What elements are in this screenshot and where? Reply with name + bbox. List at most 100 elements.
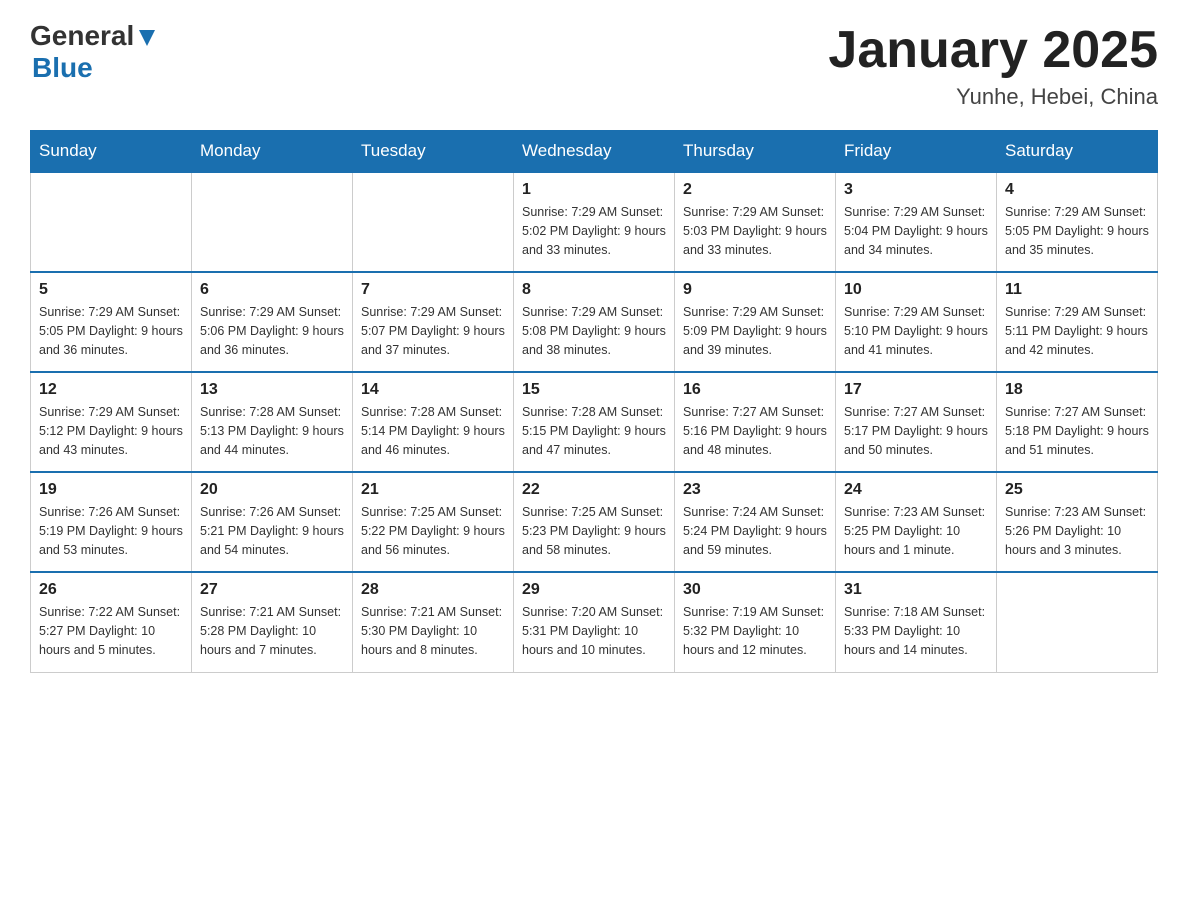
day-number: 29 <box>522 581 666 599</box>
header-wednesday: Wednesday <box>514 131 675 173</box>
header-sunday: Sunday <box>31 131 192 173</box>
calendar-header-row: SundayMondayTuesdayWednesdayThursdayFrid… <box>31 131 1158 173</box>
day-number: 18 <box>1005 381 1149 399</box>
day-info: Sunrise: 7:29 AM Sunset: 5:05 PM Dayligh… <box>39 303 183 359</box>
day-info: Sunrise: 7:24 AM Sunset: 5:24 PM Dayligh… <box>683 503 827 559</box>
day-info: Sunrise: 7:26 AM Sunset: 5:19 PM Dayligh… <box>39 503 183 559</box>
header-tuesday: Tuesday <box>353 131 514 173</box>
calendar-cell: 11 Sunrise: 7:29 AM Sunset: 5:11 PM Dayli… <box>997 272 1158 372</box>
calendar-cell: 13 Sunrise: 7:28 AM Sunset: 5:13 PM Dayli… <box>192 372 353 472</box>
day-number: 5 <box>39 281 183 299</box>
calendar-cell: 20 Sunrise: 7:26 AM Sunset: 5:21 PM Dayli… <box>192 472 353 572</box>
calendar-cell: 23Sunrise: 7:24 AM Sunset: 5:24 PM Dayli… <box>675 472 836 572</box>
calendar-table: SundayMondayTuesdayWednesdayThursdayFrid… <box>30 130 1158 673</box>
calendar-cell: 25 Sunrise: 7:23 AM Sunset: 5:26 PM Dayli… <box>997 472 1158 572</box>
calendar-cell: 1 Sunrise: 7:29 AM Sunset: 5:02 PM Daylig… <box>514 172 675 272</box>
calendar-cell: 2 Sunrise: 7:29 AM Sunset: 5:03 PM Daylig… <box>675 172 836 272</box>
logo: General Blue <box>30 20 158 84</box>
day-info: Sunrise: 7:28 AM Sunset: 5:14 PM Dayligh… <box>361 403 505 459</box>
day-info: Sunrise: 7:29 AM Sunset: 5:12 PM Dayligh… <box>39 403 183 459</box>
day-number: 11 <box>1005 281 1149 299</box>
day-number: 22 <box>522 481 666 499</box>
day-info: Sunrise: 7:26 AM Sunset: 5:21 PM Dayligh… <box>200 503 344 559</box>
day-number: 12 <box>39 381 183 399</box>
calendar-cell: 29 Sunrise: 7:20 AM Sunset: 5:31 PM Dayli… <box>514 572 675 672</box>
day-info: Sunrise: 7:20 AM Sunset: 5:31 PM Dayligh… <box>522 603 666 659</box>
calendar-cell: 9 Sunrise: 7:29 AM Sunset: 5:09 PM Daylig… <box>675 272 836 372</box>
day-number: 27 <box>200 581 344 599</box>
day-info: Sunrise: 7:25 AM Sunset: 5:22 PM Dayligh… <box>361 503 505 559</box>
calendar-cell <box>997 572 1158 672</box>
day-number: 7 <box>361 281 505 299</box>
day-number: 6 <box>200 281 344 299</box>
day-number: 13 <box>200 381 344 399</box>
calendar-cell <box>31 172 192 272</box>
calendar-cell <box>353 172 514 272</box>
calendar-cell: 16Sunrise: 7:27 AM Sunset: 5:16 PM Dayli… <box>675 372 836 472</box>
calendar-cell: 21 Sunrise: 7:25 AM Sunset: 5:22 PM Dayli… <box>353 472 514 572</box>
day-info: Sunrise: 7:25 AM Sunset: 5:23 PM Dayligh… <box>522 503 666 559</box>
day-number: 19 <box>39 481 183 499</box>
day-info: Sunrise: 7:23 AM Sunset: 5:25 PM Dayligh… <box>844 503 988 559</box>
calendar-cell: 6 Sunrise: 7:29 AM Sunset: 5:06 PM Daylig… <box>192 272 353 372</box>
day-info: Sunrise: 7:18 AM Sunset: 5:33 PM Dayligh… <box>844 603 988 659</box>
day-info: Sunrise: 7:29 AM Sunset: 5:09 PM Dayligh… <box>683 303 827 359</box>
day-number: 28 <box>361 581 505 599</box>
calendar-subtitle: Yunhe, Hebei, China <box>828 84 1158 110</box>
calendar-week-row: 19 Sunrise: 7:26 AM Sunset: 5:19 PM Dayli… <box>31 472 1158 572</box>
calendar-week-row: 12 Sunrise: 7:29 AM Sunset: 5:12 PM Dayli… <box>31 372 1158 472</box>
day-number: 25 <box>1005 481 1149 499</box>
calendar-week-row: 1 Sunrise: 7:29 AM Sunset: 5:02 PM Daylig… <box>31 172 1158 272</box>
calendar-cell: 12 Sunrise: 7:29 AM Sunset: 5:12 PM Dayli… <box>31 372 192 472</box>
logo-general-text: General <box>30 20 134 52</box>
calendar-cell <box>192 172 353 272</box>
day-number: 20 <box>200 481 344 499</box>
calendar-cell: 30 Sunrise: 7:19 AM Sunset: 5:32 PM Dayli… <box>675 572 836 672</box>
day-info: Sunrise: 7:27 AM Sunset: 5:17 PM Dayligh… <box>844 403 988 459</box>
day-number: 10 <box>844 281 988 299</box>
day-number: 26 <box>39 581 183 599</box>
calendar-title: January 2025 <box>828 20 1158 80</box>
page-header: General Blue January 2025 Yunhe, Hebei, … <box>30 20 1158 110</box>
day-number: 17 <box>844 381 988 399</box>
logo-blue-text: Blue <box>32 52 93 84</box>
day-info: Sunrise: 7:29 AM Sunset: 5:03 PM Dayligh… <box>683 203 827 259</box>
calendar-cell: 19 Sunrise: 7:26 AM Sunset: 5:19 PM Dayli… <box>31 472 192 572</box>
title-section: January 2025 Yunhe, Hebei, China <box>828 20 1158 110</box>
calendar-cell: 3 Sunrise: 7:29 AM Sunset: 5:04 PM Daylig… <box>836 172 997 272</box>
header-thursday: Thursday <box>675 131 836 173</box>
day-info: Sunrise: 7:22 AM Sunset: 5:27 PM Dayligh… <box>39 603 183 659</box>
calendar-cell: 31Sunrise: 7:18 AM Sunset: 5:33 PM Dayli… <box>836 572 997 672</box>
day-info: Sunrise: 7:29 AM Sunset: 5:07 PM Dayligh… <box>361 303 505 359</box>
logo-triangle-icon <box>136 26 158 48</box>
day-info: Sunrise: 7:29 AM Sunset: 5:11 PM Dayligh… <box>1005 303 1149 359</box>
day-info: Sunrise: 7:29 AM Sunset: 5:05 PM Dayligh… <box>1005 203 1149 259</box>
day-info: Sunrise: 7:29 AM Sunset: 5:02 PM Dayligh… <box>522 203 666 259</box>
day-info: Sunrise: 7:29 AM Sunset: 5:10 PM Dayligh… <box>844 303 988 359</box>
day-info: Sunrise: 7:19 AM Sunset: 5:32 PM Dayligh… <box>683 603 827 659</box>
calendar-cell: 10 Sunrise: 7:29 AM Sunset: 5:10 PM Dayli… <box>836 272 997 372</box>
day-number: 21 <box>361 481 505 499</box>
day-number: 4 <box>1005 181 1149 199</box>
day-info: Sunrise: 7:29 AM Sunset: 5:08 PM Dayligh… <box>522 303 666 359</box>
day-info: Sunrise: 7:23 AM Sunset: 5:26 PM Dayligh… <box>1005 503 1149 559</box>
header-saturday: Saturday <box>997 131 1158 173</box>
day-number: 1 <box>522 181 666 199</box>
calendar-cell: 18 Sunrise: 7:27 AM Sunset: 5:18 PM Dayli… <box>997 372 1158 472</box>
day-info: Sunrise: 7:28 AM Sunset: 5:13 PM Dayligh… <box>200 403 344 459</box>
day-info: Sunrise: 7:27 AM Sunset: 5:18 PM Dayligh… <box>1005 403 1149 459</box>
day-number: 30 <box>683 581 827 599</box>
calendar-cell: 24 Sunrise: 7:23 AM Sunset: 5:25 PM Dayli… <box>836 472 997 572</box>
day-number: 2 <box>683 181 827 199</box>
calendar-cell: 15Sunrise: 7:28 AM Sunset: 5:15 PM Dayli… <box>514 372 675 472</box>
calendar-cell: 4 Sunrise: 7:29 AM Sunset: 5:05 PM Daylig… <box>997 172 1158 272</box>
day-number: 9 <box>683 281 827 299</box>
calendar-cell: 28Sunrise: 7:21 AM Sunset: 5:30 PM Dayli… <box>353 572 514 672</box>
day-info: Sunrise: 7:29 AM Sunset: 5:06 PM Dayligh… <box>200 303 344 359</box>
day-number: 24 <box>844 481 988 499</box>
day-info: Sunrise: 7:29 AM Sunset: 5:04 PM Dayligh… <box>844 203 988 259</box>
day-number: 15 <box>522 381 666 399</box>
day-info: Sunrise: 7:27 AM Sunset: 5:16 PM Dayligh… <box>683 403 827 459</box>
calendar-cell: 17 Sunrise: 7:27 AM Sunset: 5:17 PM Dayli… <box>836 372 997 472</box>
day-number: 3 <box>844 181 988 199</box>
